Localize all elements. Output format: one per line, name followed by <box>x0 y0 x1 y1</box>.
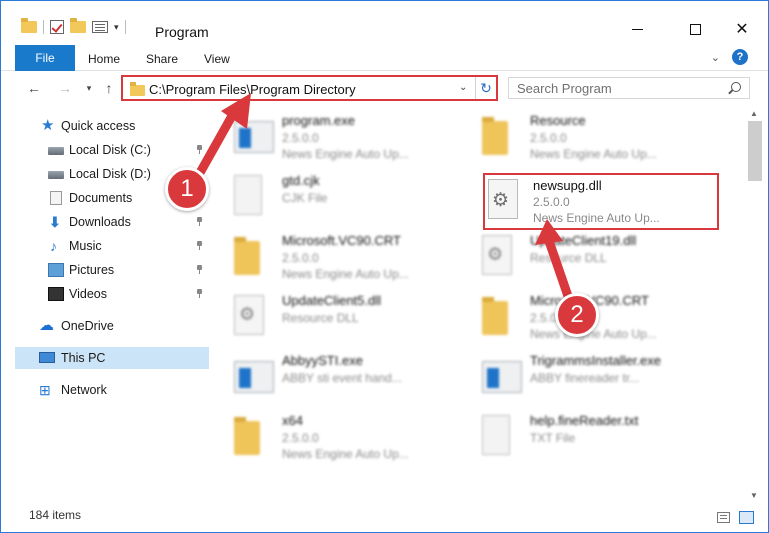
callout-arrows <box>196 93 574 304</box>
callout-badge-1: 1 <box>165 167 209 211</box>
arrow-2 <box>544 236 574 304</box>
arrow-2-head <box>535 219 563 245</box>
callout-badge-2: 2 <box>555 293 599 337</box>
explorer-window: ▾ Program ✕ File Home Share View ⌄ ? ← →… <box>0 0 769 533</box>
